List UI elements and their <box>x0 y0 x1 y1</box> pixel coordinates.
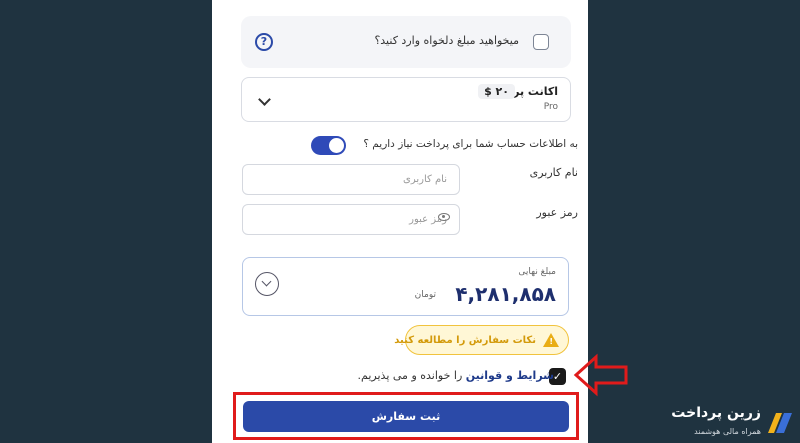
help-icon[interactable]: ? <box>255 33 273 51</box>
brand-logo-block: زرین پرداخت همراه مالی هوشمند <box>671 404 800 443</box>
plan-subtitle: Pro <box>543 102 558 112</box>
custom-amount-label: میخواهید مبلغ دلخواه وارد کنید؟ <box>374 34 519 47</box>
account-info-toggle[interactable] <box>311 136 346 155</box>
warning-icon-mark: ! <box>549 337 553 346</box>
order-notes-label: نکات سفارش را مطالعه کنید <box>394 335 536 346</box>
custom-amount-row[interactable]: میخواهید مبلغ دلخواه وارد کنید؟ ? <box>241 16 571 68</box>
password-input[interactable] <box>242 204 460 235</box>
brand-tagline: همراه مالی هوشمند <box>694 427 761 436</box>
brand-logo-icon <box>768 413 792 433</box>
chevron-down-icon[interactable] <box>258 93 271 106</box>
terms-rest: را خوانده و می پذیریم. <box>357 369 466 382</box>
eye-icon[interactable] <box>438 213 450 221</box>
total-label: مبلغ نهایی <box>518 267 556 277</box>
toggle-knob <box>329 138 344 153</box>
account-info-question: به اطلاعات حساب شما برای پرداخت نیاز دار… <box>363 138 578 150</box>
total-amount: ۴,۲۸۱,۸۵۸ <box>455 282 556 306</box>
checkout-panel: میخواهید مبلغ دلخواه وارد کنید؟ ? اکانت … <box>212 0 588 443</box>
total-currency: تومان <box>414 290 436 300</box>
username-input[interactable] <box>242 164 460 195</box>
plan-price: $ ۲۰ <box>478 84 515 99</box>
terms-link[interactable]: شرایط و قوانین <box>466 369 554 382</box>
password-label: رمز عبور <box>536 206 578 219</box>
submit-order-button[interactable]: ثبت سفارش <box>243 401 569 432</box>
terms-text: شرایط و قوانین را خوانده و می پذیریم. <box>358 369 554 382</box>
plan-select[interactable]: اکانت پرو $ ۲۰ Pro <box>241 77 571 122</box>
custom-amount-checkbox[interactable] <box>533 34 549 50</box>
brand-name: زرین پرداخت <box>671 405 761 421</box>
expand-chevron-icon[interactable] <box>255 272 279 296</box>
annotation-arrow-icon <box>573 353 628 397</box>
total-box: مبلغ نهایی ۴,۲۸۱,۸۵۸ تومان <box>242 257 569 316</box>
order-notes-button[interactable]: نکات سفارش را مطالعه کنید ! <box>394 325 569 355</box>
username-label: نام کاربری <box>529 166 578 179</box>
